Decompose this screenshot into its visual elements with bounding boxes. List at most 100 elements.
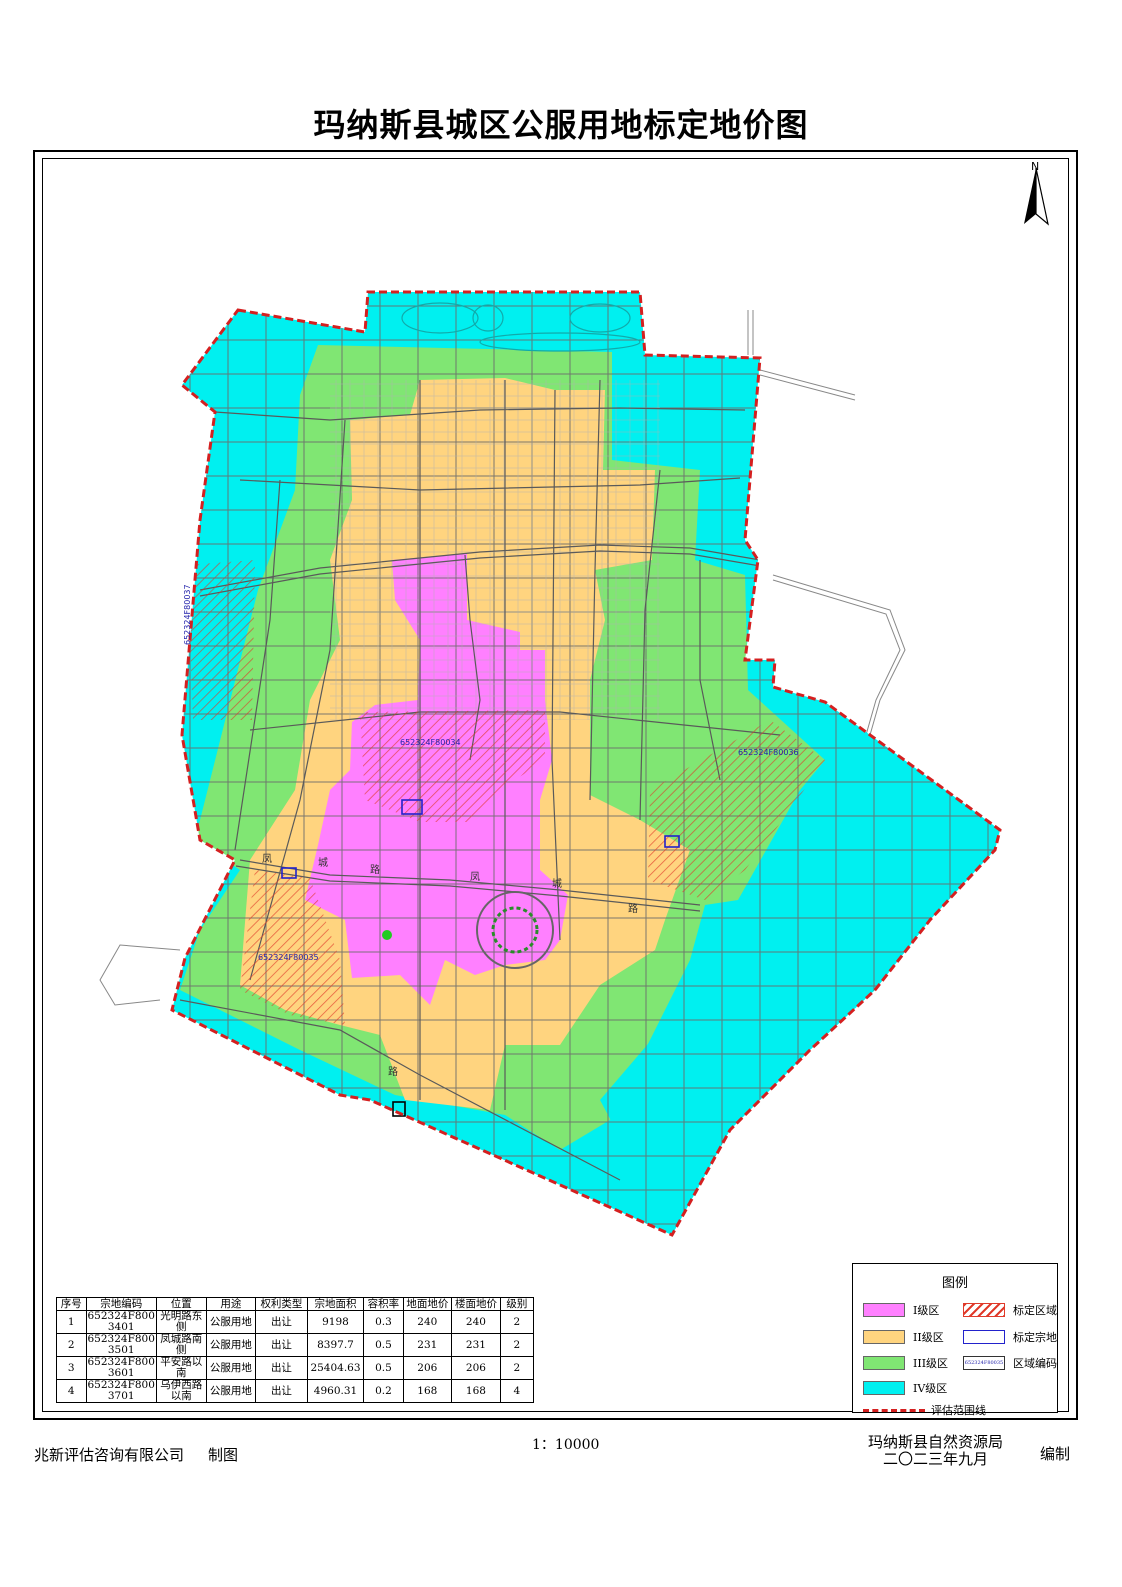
table-cell: 206 <box>402 1356 453 1380</box>
map-legend: 图例 I级区 II级区 III级区 IV级区 标定区域 标定宗地 652324F… <box>852 1263 1058 1417</box>
table-cell: 8397.7 <box>306 1333 365 1357</box>
table-cell: 240 <box>402 1310 453 1334</box>
table-cell: 652324F800 3501 <box>85 1333 157 1357</box>
table-row: 2 652324F800 3501 凤城路南侧 公服用地 出让 8397.7 0… <box>56 1333 535 1357</box>
company-name: 兆新评估咨询有限公司 <box>34 1446 185 1464</box>
zone-code-label: 652324F80034 <box>400 738 461 747</box>
table-cell: 凤城路南侧 <box>155 1333 207 1357</box>
bureau-name: 玛纳斯县自然资源局 <box>868 1433 1004 1451</box>
boundary-swatch <box>863 1408 925 1412</box>
table-cell: 206 <box>451 1356 501 1380</box>
table-cell: 0.3 <box>363 1310 404 1334</box>
made-by-label: 制图 <box>208 1446 239 1464</box>
legend-label: I级区 <box>913 1304 940 1317</box>
col-header: 宗地面积 <box>306 1297 365 1311</box>
table-cell: 0.2 <box>363 1379 404 1403</box>
road-label: 凤 <box>262 853 272 865</box>
table-cell: 0.5 <box>363 1356 404 1380</box>
table-cell: 2 <box>499 1310 535 1334</box>
parcel-swatch <box>963 1330 1005 1344</box>
table-cell: 3 <box>56 1356 87 1380</box>
legend-label: 区域编码 <box>1013 1357 1057 1370</box>
road-label: 城 <box>552 878 562 890</box>
table-cell: 公服用地 <box>205 1333 257 1357</box>
table-cell: 25404.63 <box>306 1356 365 1380</box>
table-cell: 652324F800 3601 <box>85 1356 157 1380</box>
table-cell: 出让 <box>255 1356 308 1380</box>
zone-code-label: 652324F80036 <box>738 748 799 757</box>
table-header-row: 序号 宗地编码 位置 用途 权利类型 宗地面积 容积率 地面地价 楼面地价 级别 <box>56 1297 535 1311</box>
table-cell: 4960.31 <box>306 1379 365 1403</box>
legend-label: IV级区 <box>913 1382 948 1395</box>
table-cell: 1 <box>56 1310 87 1334</box>
table-cell: 652324F800 3401 <box>85 1310 157 1334</box>
hatch-swatch <box>963 1303 1005 1317</box>
table-row: 4 652324F800 3701 乌伊西路以南 公服用地 出让 4960.31… <box>56 1379 535 1403</box>
road-label: 路 <box>388 1065 398 1078</box>
footer-company: 兆新评估咨询有限公司 制图 <box>34 1444 238 1465</box>
table-cell: 4 <box>499 1379 535 1403</box>
compiled-label: 编制 <box>1040 1445 1071 1463</box>
table-cell: 240 <box>451 1310 501 1334</box>
legend-item-zone-code: 652324F80035 区域编码 <box>963 1355 1057 1371</box>
road-label: 路 <box>628 902 638 915</box>
legend-label: III级区 <box>913 1357 949 1370</box>
legend-label: 标定区域 <box>1013 1304 1057 1317</box>
legend-item-calibrated-parcel: 标定宗地 <box>963 1329 1057 1345</box>
table-cell: 光明路东侧 <box>155 1310 207 1334</box>
zone-code-label: 652324F80035 <box>258 953 319 962</box>
legend-item-grade-4: IV级区 <box>863 1380 947 1396</box>
table-cell: 0.5 <box>363 1333 404 1357</box>
scale-label: 1：10000 <box>532 1437 600 1453</box>
table-cell: 652324F800 3701 <box>85 1379 157 1403</box>
table-cell: 出让 <box>255 1333 308 1357</box>
table-cell: 231 <box>451 1333 501 1357</box>
zone-code-label: 652324F80037 <box>183 584 192 645</box>
table-cell: 出让 <box>255 1310 308 1334</box>
col-header: 宗地编码 <box>85 1297 157 1311</box>
col-header: 楼面地价 <box>451 1297 501 1311</box>
table-cell: 2 <box>56 1333 87 1357</box>
green-park-marker <box>382 930 392 940</box>
grade-3-swatch <box>863 1356 905 1370</box>
table-cell: 公服用地 <box>205 1310 257 1334</box>
grade-1-swatch <box>863 1303 905 1317</box>
table-cell: 2 <box>499 1356 535 1380</box>
table-cell: 168 <box>402 1379 453 1403</box>
table-cell: 平安路以南 <box>155 1356 207 1380</box>
calibrated-area-zone-0037 <box>187 560 255 720</box>
legend-item-grade-2: II级区 <box>863 1329 944 1345</box>
table-cell: 9198 <box>306 1310 365 1334</box>
col-header: 用途 <box>205 1297 257 1311</box>
table-cell: 公服用地 <box>205 1356 257 1380</box>
col-header: 权利类型 <box>255 1297 308 1311</box>
legend-label: 评估范围线 <box>931 1404 986 1417</box>
legend-title: 图例 <box>941 1276 968 1291</box>
parcel-price-table: 序号 宗地编码 位置 用途 权利类型 宗地面积 容积率 地面地价 楼面地价 级别… <box>56 1297 535 1403</box>
table-cell: 公服用地 <box>205 1379 257 1403</box>
table-cell: 4 <box>56 1379 87 1403</box>
road-label: 城 <box>318 857 328 869</box>
col-header: 地面地价 <box>402 1297 453 1311</box>
legend-item-boundary: 评估范围线 <box>863 1402 986 1418</box>
legend-item-grade-3: III级区 <box>863 1355 948 1371</box>
footer-bureau: 玛纳斯县自然资源局 二〇二三年九月 <box>868 1434 1003 1468</box>
road-label: 路 <box>370 863 380 876</box>
table-cell: 231 <box>402 1333 453 1357</box>
col-header: 级别 <box>499 1297 535 1311</box>
legend-label: II级区 <box>913 1331 944 1344</box>
table-row: 3 652324F800 3601 平安路以南 公服用地 出让 25404.63… <box>56 1356 535 1380</box>
legend-label: 标定宗地 <box>1013 1331 1057 1344</box>
grade-4-swatch <box>863 1381 905 1395</box>
col-header: 容积率 <box>363 1297 404 1311</box>
col-header: 位置 <box>155 1297 207 1311</box>
table-cell: 出让 <box>255 1379 308 1403</box>
road-label: 凤 <box>470 871 480 883</box>
legend-item-grade-1: I级区 <box>863 1302 939 1318</box>
zone-code-swatch: 652324F80035 <box>963 1356 1005 1370</box>
table-row: 1 652324F800 3401 光明路东侧 公服用地 出让 9198 0.3… <box>56 1310 535 1334</box>
legend-item-calibrated-area: 标定区域 <box>963 1302 1057 1318</box>
grade-2-swatch <box>863 1330 905 1344</box>
table-cell: 乌伊西路以南 <box>155 1379 207 1403</box>
compile-date: 二〇二三年九月 <box>883 1450 989 1468</box>
